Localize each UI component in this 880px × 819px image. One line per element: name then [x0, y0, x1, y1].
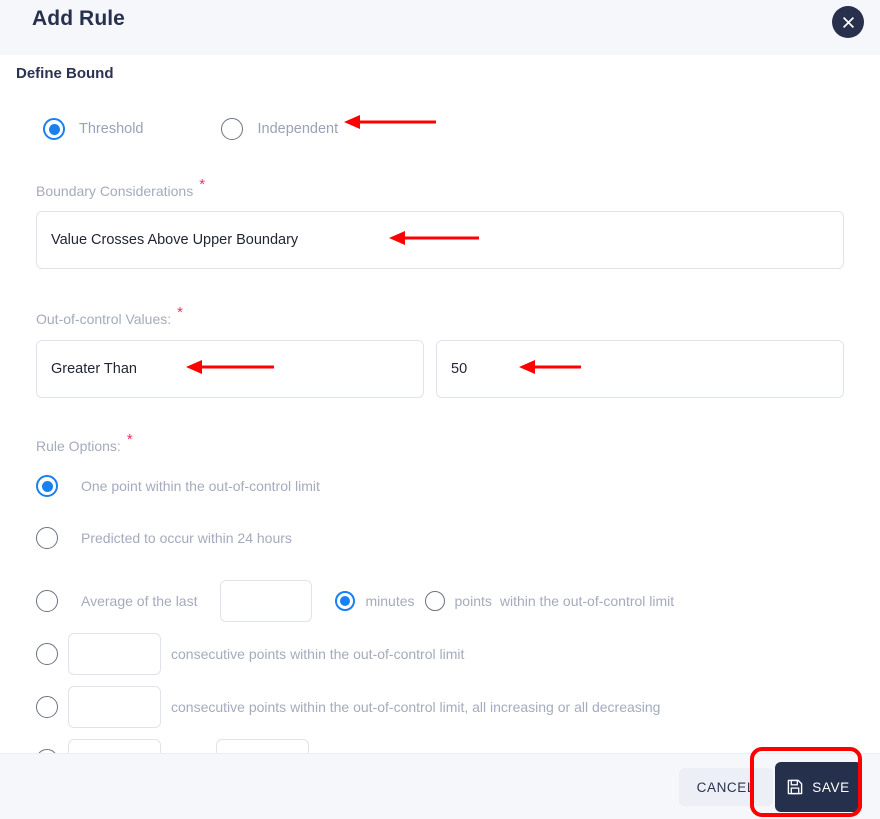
rule-option-consecutive-trend-label: consecutive points within the out-of-con… — [171, 699, 661, 715]
out-of-control-values-label: Out-of-control Values: * — [36, 304, 183, 327]
rule-option-one-point-label: One point within the out-of-control limi… — [81, 478, 320, 494]
average-unit-points-radio[interactable] — [424, 591, 445, 611]
required-asterisk: * — [177, 304, 183, 321]
close-button[interactable] — [832, 6, 864, 38]
operator-input[interactable] — [36, 340, 424, 398]
rule-option-consecutive-trend-radio[interactable] — [36, 696, 58, 718]
rule-option-consecutive-trend[interactable]: consecutive points within the out-of-con… — [36, 686, 660, 728]
bound-type-group: Threshold Independent — [43, 118, 338, 140]
consecutive-points-input[interactable] — [68, 633, 161, 675]
rule-option-x-out-of-y[interactable]: out of points within the out-of-control … — [36, 739, 535, 753]
average-duration-input[interactable] — [220, 580, 313, 622]
bound-type-option-independent[interactable]: Independent — [221, 118, 338, 140]
threshold-radio[interactable] — [43, 118, 65, 140]
rule-option-one-point[interactable]: One point within the out-of-control limi… — [36, 475, 320, 497]
page-title: Add Rule — [32, 7, 125, 30]
rule-option-one-point-radio[interactable] — [36, 475, 58, 497]
required-asterisk: * — [199, 176, 206, 193]
rule-option-consecutive-radio[interactable] — [36, 643, 58, 665]
threshold-label: Threshold — [79, 121, 144, 137]
save-button-label: SAVE — [812, 779, 850, 795]
rule-option-consecutive-points[interactable]: consecutive points within the out-of-con… — [36, 633, 464, 675]
close-icon — [842, 16, 855, 29]
rule-options-label: Rule Options: * — [36, 431, 133, 454]
boundary-considerations-input[interactable] — [36, 211, 844, 269]
consecutive-trend-points-input[interactable] — [68, 686, 161, 728]
add-rule-modal: Add Rule Define Bound Threshold Independ… — [0, 0, 880, 819]
rule-option-predicted-radio[interactable] — [36, 527, 58, 549]
rule-option-predicted-label: Predicted to occur within 24 hours — [81, 530, 292, 546]
independent-radio[interactable] — [221, 118, 244, 140]
rule-option-average-radio[interactable] — [36, 590, 58, 612]
rule-option-average-label-after: within the out-of-control limit — [499, 593, 675, 609]
rule-option-average-label-before: Average of the last — [81, 593, 198, 609]
independent-label: Independent — [257, 121, 339, 137]
modal-body: Define Bound Threshold Independent Bound… — [0, 55, 880, 753]
cancel-button[interactable]: CANCEL — [678, 768, 773, 806]
section-title: Define Bound — [16, 65, 114, 82]
bound-type-option-threshold[interactable]: Threshold — [43, 118, 143, 140]
modal-footer: CANCEL SAVE — [0, 753, 880, 819]
rule-option-predicted[interactable]: Predicted to occur within 24 hours — [36, 527, 292, 549]
average-unit-minutes-label: minutes — [365, 593, 415, 609]
threshold-value-input[interactable] — [436, 340, 844, 398]
modal-header: Add Rule — [0, 0, 880, 55]
x-out-of-y-numerator-input[interactable] — [68, 739, 161, 753]
rule-option-average-of-last[interactable]: Average of the last minutes points withi… — [36, 580, 674, 622]
average-unit-points-label: points — [454, 593, 492, 609]
average-unit-minutes-radio[interactable] — [335, 591, 356, 611]
rule-option-consecutive-label: consecutive points within the out-of-con… — [171, 646, 465, 662]
save-floppy-icon — [787, 779, 803, 795]
x-out-of-y-denominator-input[interactable] — [216, 739, 310, 753]
save-button[interactable]: SAVE — [775, 762, 862, 812]
boundary-considerations-label: Boundary Considerations * — [36, 176, 206, 199]
required-asterisk: * — [126, 431, 133, 448]
